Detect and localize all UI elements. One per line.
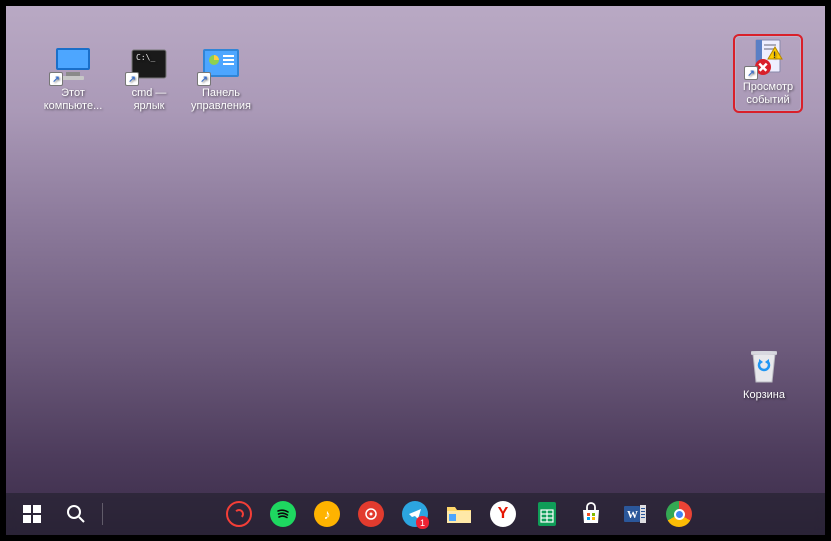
spotify-icon	[270, 501, 296, 527]
desktop-icon-label: Просмотр событий	[737, 81, 799, 107]
svg-text:C:\_: C:\_	[136, 53, 155, 62]
notification-badge: 1	[416, 516, 429, 529]
word-icon: W	[623, 502, 647, 526]
svg-text:!: !	[773, 50, 776, 60]
taskbar-app-word[interactable]: W	[613, 493, 657, 535]
taskbar-app-music[interactable]: ♪	[305, 493, 349, 535]
taskbar-separator	[102, 503, 103, 525]
event-viewer-icon: !	[746, 38, 790, 78]
music-icon: ♪	[314, 501, 340, 527]
taskbar-app-explorer[interactable]	[437, 493, 481, 535]
taskbar: ♪ 1 Y	[6, 493, 825, 535]
desktop-icon-this-pc[interactable]: Этот компьюте...	[38, 42, 108, 115]
store-icon	[579, 502, 603, 526]
search-icon	[66, 504, 86, 524]
monitor-icon	[51, 44, 95, 84]
desktop-icon-event-viewer[interactable]: ! Просмотр событий	[733, 34, 803, 113]
yandex-icon: Y	[490, 501, 516, 527]
desktop-icon-control-panel[interactable]: Панель управления	[186, 42, 256, 115]
desktop-icon-label: cmd — ярлык	[116, 87, 182, 113]
desktop-icon-cmd[interactable]: C:\_ cmd — ярлык	[114, 42, 184, 115]
chrome-icon	[666, 501, 692, 527]
recycle-bin-icon	[742, 346, 786, 386]
taskbar-app-yandex[interactable]: Y	[481, 493, 525, 535]
desktop-area[interactable]: Этот компьюте... C:\_ cmd — ярлык	[6, 6, 825, 535]
start-button[interactable]	[10, 493, 54, 535]
taskbar-app-chrome[interactable]	[657, 493, 701, 535]
sheets-icon	[537, 501, 557, 527]
taskbar-app-telegram[interactable]: 1	[393, 493, 437, 535]
taskbar-app-torrent[interactable]	[349, 493, 393, 535]
search-button[interactable]	[54, 493, 98, 535]
desktop-icon-label: Этот компьюте...	[40, 87, 106, 113]
taskbar-app-pocketcasts[interactable]	[217, 493, 261, 535]
taskbar-app-spotify[interactable]	[261, 493, 305, 535]
control-panel-icon	[199, 44, 243, 84]
folder-icon	[446, 503, 472, 525]
torrent-icon	[358, 501, 384, 527]
desktop-icon-label: Корзина	[731, 389, 797, 402]
svg-text:W: W	[627, 509, 638, 521]
cmd-icon: C:\_	[127, 44, 171, 84]
desktop-icon-recycle-bin[interactable]: Корзина	[729, 344, 799, 404]
taskbar-app-sheets[interactable]	[525, 493, 569, 535]
windows-logo-icon	[23, 505, 41, 523]
taskbar-app-store[interactable]	[569, 493, 613, 535]
desktop-icon-label: Панель управления	[188, 87, 254, 113]
pocketcasts-icon	[226, 501, 252, 527]
